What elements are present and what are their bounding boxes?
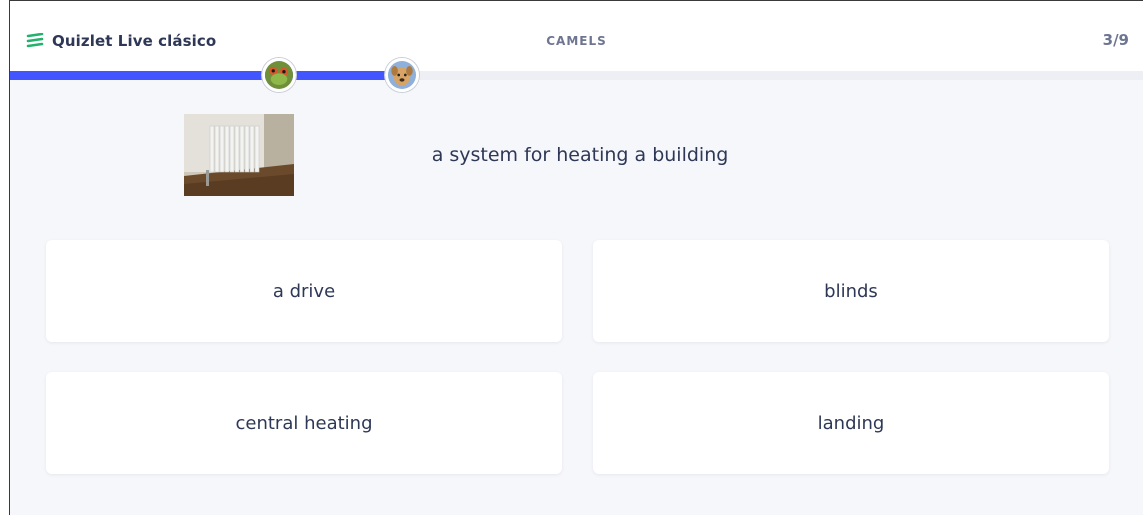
dog-avatar-icon (388, 61, 416, 89)
progress-fill (10, 71, 387, 80)
team-name: CAMELS (546, 34, 607, 48)
radiator-photo (184, 114, 294, 196)
answer-option-1[interactable]: a drive (46, 240, 562, 342)
prompt-text: a system for heating a building (431, 144, 729, 166)
progress-count: 3/9 (1102, 31, 1129, 49)
answer-option-2[interactable]: blinds (593, 240, 1109, 342)
app-frame: Quizlet Live clásico CAMELS 3/9 a system… (9, 0, 1143, 515)
header-bar: Quizlet Live clásico CAMELS 3/9 (10, 1, 1143, 71)
frog-avatar-icon (265, 61, 293, 89)
answer-option-3[interactable]: central heating (46, 372, 562, 474)
player-avatar-frog (262, 58, 296, 92)
player-avatar-dog (385, 58, 419, 92)
prompt-image (184, 114, 294, 196)
answer-option-4[interactable]: landing (593, 372, 1109, 474)
